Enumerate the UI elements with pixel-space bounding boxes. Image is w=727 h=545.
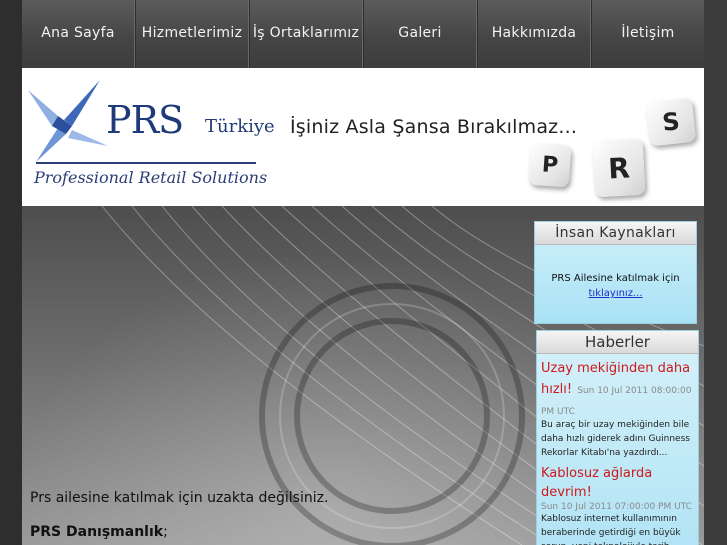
- dice-p-icon: P: [528, 142, 572, 188]
- nav-item-partners[interactable]: İş Ortaklarımız: [249, 0, 363, 68]
- main-navigation: Ana Sayfa Hizmetlerimiz İş Ortaklarımız …: [22, 0, 704, 68]
- logo-wordmark-prs: PRS: [106, 98, 184, 142]
- dice-s-icon: S: [645, 97, 697, 147]
- nav-item-services[interactable]: Hizmetlerimiz: [135, 0, 249, 68]
- content-text: Prs ailesine katılmak için uzakta değils…: [30, 490, 328, 545]
- nav-item-about[interactable]: Hakkımızda: [477, 0, 591, 68]
- nav-item-gallery[interactable]: Galeri: [363, 0, 477, 68]
- logo-divider: [36, 162, 256, 164]
- prs-logo-icon: [28, 80, 108, 162]
- dice-r-icon: R: [592, 138, 646, 198]
- news-headline-link[interactable]: Kablosuz ağlarda devrim!: [541, 464, 698, 502]
- news-widget-title: Haberler: [537, 331, 698, 354]
- content-intro: Prs ailesine katılmak için uzakta değils…: [30, 490, 329, 506]
- company-name: PRS Danışmanlık: [30, 524, 164, 540]
- content-company-line: PRS Danışmanlık;: [30, 524, 328, 540]
- company-punct: ;: [163, 524, 168, 540]
- hr-apply-link[interactable]: tıklayınız...: [589, 288, 643, 299]
- news-list: Uzay mekiğinden daha hızlı! Sun 10 Jul 2…: [537, 354, 698, 545]
- news-summary: Kablosuz internet kullanımının beraberin…: [541, 514, 681, 545]
- hr-widget-text: PRS Ailesine katılmak için: [551, 273, 680, 284]
- logo-subtitle: Professional Retail Solutions: [34, 168, 268, 187]
- news-date: Sun 10 Jul 2011 07:00:00 PM UTC: [541, 502, 692, 512]
- banner-tagline: İşiniz Asla Şansa Bırakılmaz...: [290, 116, 578, 138]
- news-item: Kablosuz ağlarda devrim! Sun 10 Jul 2011…: [541, 464, 698, 545]
- page-frame-left: [0, 0, 22, 545]
- nav-item-home[interactable]: Ana Sayfa: [22, 0, 135, 68]
- hr-widget: İnsan Kaynakları PRS Ailesine katılmak i…: [534, 221, 697, 324]
- nav-item-contact[interactable]: İletişim: [591, 0, 704, 68]
- news-item: Uzay mekiğinden daha hızlı! Sun 10 Jul 2…: [541, 357, 698, 460]
- logo-wordmark-turkiye: Türkiye: [205, 116, 275, 137]
- hr-widget-body: PRS Ailesine katılmak için tıklayınız...: [535, 271, 696, 301]
- header-banner: PRS Türkiye Professional Retail Solution…: [22, 68, 704, 206]
- hr-widget-title: İnsan Kaynakları: [535, 222, 696, 245]
- news-widget: Haberler Uzay mekiğinden daha hızlı! Sun…: [536, 330, 699, 545]
- page-frame-right: [704, 0, 727, 545]
- news-summary: Bu araç bir uzay mekiğinden bile daha hı…: [541, 420, 690, 458]
